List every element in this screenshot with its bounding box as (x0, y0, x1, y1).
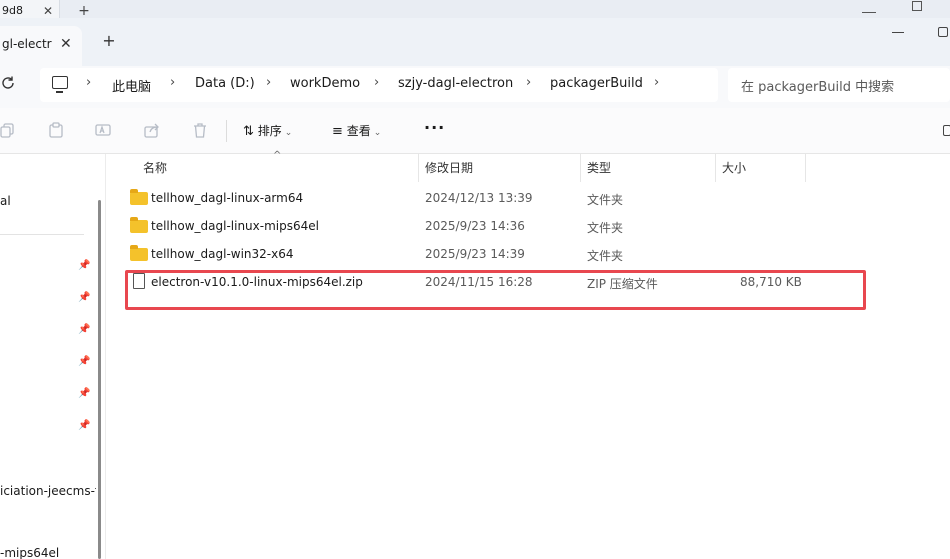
chevron-right-icon[interactable]: › (654, 75, 659, 90)
chevron-right-icon[interactable]: › (374, 75, 379, 90)
view-label: 查看 (346, 124, 371, 138)
column-header-modified[interactable]: 修改日期 (425, 154, 473, 182)
pin-icon: 📌 (78, 388, 91, 399)
navigation-pane: al 📌 📌 📌 📌 📌 📌 iciation-jeecms-fi -mips6… (0, 154, 106, 559)
pin-icon: 📌 (78, 356, 91, 367)
file-name: tellhow_dagl-win32-x64 (151, 247, 294, 261)
chevron-right-icon[interactable]: › (526, 75, 531, 90)
chevron-down-icon: ⌄ (373, 128, 382, 138)
file-list: ^ 名称 修改日期 类型 大小 tellhow_dagl-linux-arm64… (110, 150, 950, 559)
search-placeholder: 在 packagerBuild 中搜索 (741, 80, 895, 95)
details-pane-icon[interactable] (943, 125, 950, 136)
column-header-type[interactable]: 类型 (587, 154, 611, 182)
minimize-icon[interactable] (862, 3, 876, 13)
column-header-size[interactable]: 大小 (722, 154, 746, 182)
computer-icon[interactable] (52, 76, 68, 93)
sidebar-divider (0, 234, 84, 235)
folder-icon (130, 217, 148, 233)
breadcrumb[interactable]: › 此电脑 › Data (D:) › workDemo › szjy-dagl… (40, 68, 718, 102)
address-bar-row: › 此电脑 › Data (D:) › workDemo › szjy-dagl… (0, 66, 950, 108)
breadcrumb-workdemo[interactable]: workDemo (290, 76, 360, 91)
background-tab-label: 9d8 (2, 4, 23, 17)
file-modified: 2025/9/23 14:39 (425, 247, 525, 261)
view-button[interactable]: ≡ 查看 ⌄ (332, 122, 381, 139)
folder-icon (130, 245, 148, 261)
file-name: tellhow_dagl-linux-mips64el (151, 219, 319, 233)
folder-icon (130, 189, 148, 205)
breadcrumb-szjy-dagl-electron[interactable]: szjy-dagl-electron (398, 76, 513, 91)
file-name: electron-v10.1.0-linux-mips64el.zip (151, 275, 363, 289)
command-bar: ⇅ 排序 ⌄ ≡ 查看 ⌄ ··· (0, 108, 950, 154)
file-type: 文件夹 (587, 249, 624, 263)
chevron-down-icon: ⌄ (284, 128, 293, 138)
file-name: tellhow_dagl-linux-arm64 (151, 191, 304, 205)
breadcrumb-packagerbuild[interactable]: packagerBuild (550, 76, 643, 91)
maximize-icon[interactable] (938, 27, 948, 37)
breadcrumb-this-pc[interactable]: 此电脑 (112, 76, 151, 95)
file-type: 文件夹 (587, 193, 624, 207)
column-header-name[interactable]: 名称 (143, 154, 167, 182)
sidebar-item-jeecms[interactable]: iciation-jeecms-fi (0, 484, 96, 498)
delete-icon[interactable] (192, 122, 208, 138)
file-row[interactable]: tellhow_dagl-win32-x64 2025/9/23 14:39 文… (124, 241, 824, 269)
column-divider[interactable] (418, 154, 419, 182)
column-divider[interactable] (805, 154, 806, 182)
file-size: 88,710 KB (740, 275, 802, 289)
pin-icon: 📌 (78, 260, 91, 271)
file-modified: 2025/9/23 14:36 (425, 219, 525, 233)
more-options-button[interactable]: ··· (424, 118, 445, 137)
refresh-icon[interactable] (0, 75, 20, 97)
close-icon[interactable]: ✕ (60, 36, 72, 52)
tab-strip: gl-electr ✕ + (0, 18, 950, 66)
column-divider[interactable] (580, 154, 581, 182)
sort-label: 排序 (257, 124, 282, 138)
file-row[interactable]: tellhow_dagl-linux-arm64 2024/12/13 13:3… (124, 185, 824, 213)
chevron-right-icon[interactable]: › (266, 75, 271, 90)
copy-icon[interactable] (0, 122, 16, 138)
paste-icon[interactable] (48, 122, 64, 138)
search-input[interactable]: 在 packagerBuild 中搜索 (728, 68, 950, 102)
new-tab-button[interactable]: + (100, 32, 118, 50)
tab-label: gl-electr (2, 37, 52, 51)
column-divider[interactable] (715, 154, 716, 182)
sidebar-scrollbar[interactable] (98, 200, 101, 559)
sidebar-item-mips64el[interactable]: -mips64el (0, 546, 59, 559)
maximize-icon[interactable] (912, 1, 922, 11)
plus-icon[interactable]: + (76, 3, 92, 19)
sort-icon: ⇅ (243, 124, 254, 139)
file-type: ZIP 压缩文件 (587, 277, 658, 291)
pin-icon: 📌 (78, 292, 91, 303)
pin-icon: 📌 (78, 420, 91, 431)
view-icon: ≡ (332, 124, 343, 139)
toolbar-divider (226, 120, 227, 142)
file-modified: 2024/12/13 13:39 (425, 191, 533, 205)
minimize-icon[interactable] (892, 32, 904, 33)
file-row[interactable]: electron-v10.1.0-linux-mips64el.zip 2024… (124, 269, 824, 297)
tab-szjy-dagl-electron[interactable]: gl-electr ✕ (0, 26, 82, 66)
sort-button[interactable]: ⇅ 排序 ⌄ (243, 122, 292, 139)
rename-icon[interactable] (95, 122, 111, 138)
share-icon[interactable] (144, 122, 160, 138)
chevron-right-icon[interactable]: › (170, 75, 175, 90)
file-row[interactable]: tellhow_dagl-linux-mips64el 2025/9/23 14… (124, 213, 824, 241)
file-type: 文件夹 (587, 221, 624, 235)
file-modified: 2024/11/15 16:28 (425, 275, 533, 289)
file-icon (133, 273, 145, 289)
pin-icon: 📌 (78, 324, 91, 335)
breadcrumb-data-drive[interactable]: Data (D:) (195, 76, 255, 91)
sidebar-item-top[interactable]: al (0, 194, 11, 208)
sort-ascending-icon: ^ (273, 150, 282, 161)
chevron-right-icon[interactable]: › (86, 75, 91, 90)
